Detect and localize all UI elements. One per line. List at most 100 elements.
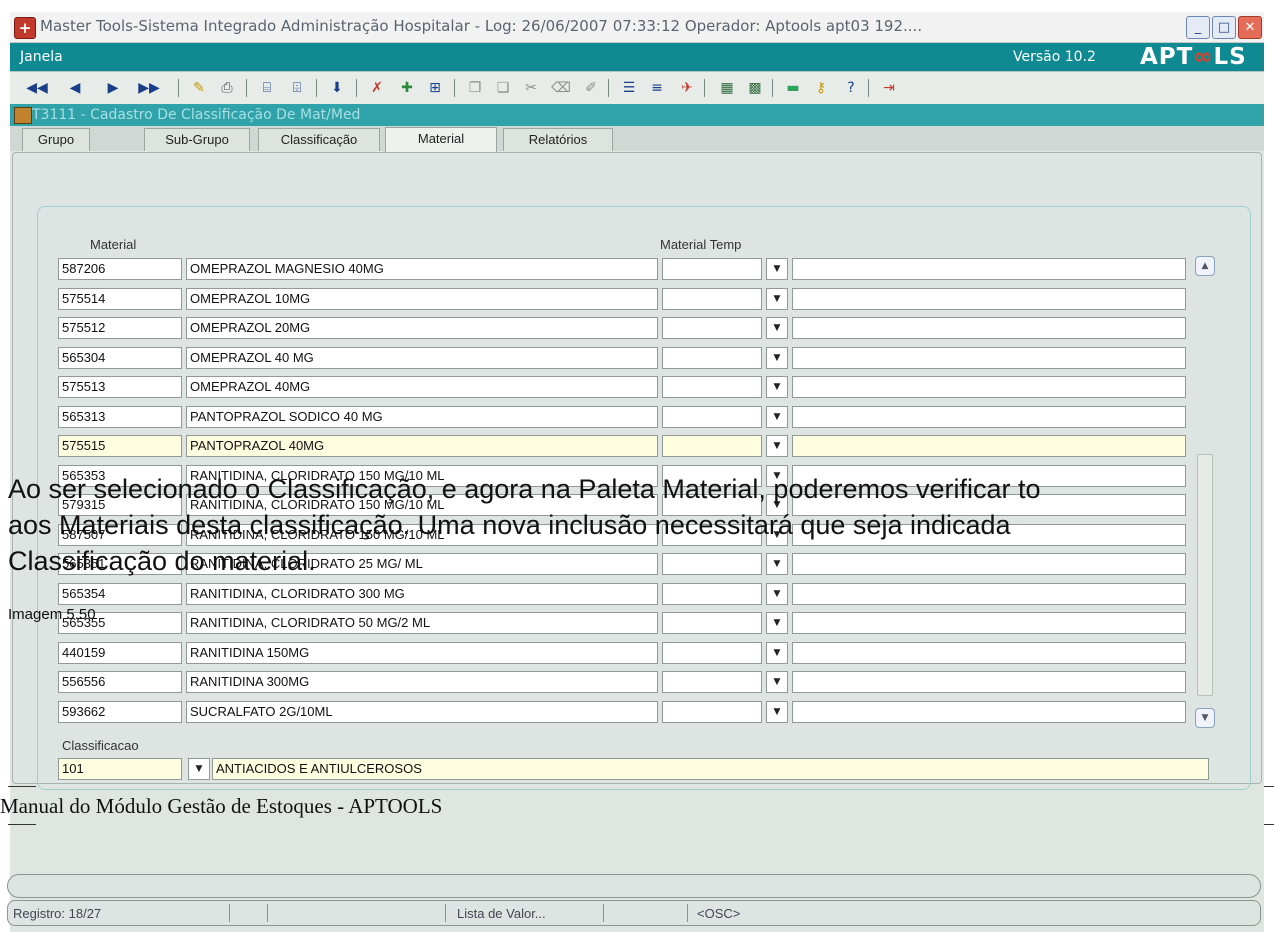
material-temp-description-cell[interactable] — [792, 642, 1186, 664]
query-icon[interactable]: ⌸ — [256, 78, 278, 98]
grid-detail-icon[interactable]: ▩ — [744, 78, 766, 98]
delete-record-icon[interactable]: ✗ — [366, 78, 388, 98]
last-record-icon[interactable]: ▶▶ — [138, 78, 160, 98]
material-temp-cell[interactable] — [662, 642, 762, 664]
material-name-cell[interactable]: OMEPRAZOL MAGNESIO 40MG — [186, 258, 658, 280]
maximize-button[interactable]: □ — [1212, 16, 1236, 39]
material-temp-dropdown-icon[interactable]: ▼ — [766, 553, 788, 575]
material-temp-description-cell[interactable] — [792, 376, 1186, 398]
material-name-cell[interactable]: OMEPRAZOL 20MG — [186, 317, 658, 339]
material-temp-description-cell[interactable] — [792, 406, 1186, 428]
material-temp-dropdown-icon[interactable]: ▼ — [766, 288, 788, 310]
tab-grupo[interactable]: Grupo — [22, 128, 90, 151]
next-record-icon[interactable]: ▶ — [102, 78, 124, 98]
grid-icon[interactable]: ▦ — [716, 78, 738, 98]
tools-icon[interactable]: ✈ — [676, 78, 698, 98]
material-temp-dropdown-icon[interactable]: ▼ — [766, 435, 788, 457]
material-code-cell[interactable]: 565313 — [58, 406, 182, 428]
material-temp-description-cell[interactable] — [792, 553, 1186, 575]
material-code-cell[interactable]: 556556 — [58, 671, 182, 693]
material-temp-cell[interactable] — [662, 288, 762, 310]
first-record-icon[interactable]: ◀◀ — [26, 78, 48, 98]
material-name-cell[interactable]: RANITIDINA 150MG — [186, 642, 658, 664]
material-code-cell[interactable]: 587206 — [58, 258, 182, 280]
material-temp-dropdown-icon[interactable]: ▼ — [766, 642, 788, 664]
help-icon[interactable]: ? — [840, 78, 862, 98]
material-temp-cell[interactable] — [662, 376, 762, 398]
material-name-cell[interactable]: RANITIDINA 300MG — [186, 671, 658, 693]
material-temp-description-cell[interactable] — [792, 288, 1186, 310]
material-code-cell[interactable]: 575512 — [58, 317, 182, 339]
material-code-cell[interactable]: 575514 — [58, 288, 182, 310]
tab-material[interactable]: Material — [385, 127, 497, 152]
classificacao-code-field[interactable]: 101 — [58, 758, 182, 780]
minimize-button[interactable]: _ — [1186, 16, 1210, 39]
material-temp-cell[interactable] — [662, 317, 762, 339]
insert-record-icon[interactable]: ✚ — [396, 78, 418, 98]
material-temp-cell[interactable] — [662, 553, 762, 575]
material-temp-dropdown-icon[interactable]: ▼ — [766, 347, 788, 369]
material-temp-description-cell[interactable] — [792, 317, 1186, 339]
erase-icon[interactable]: ✐ — [580, 78, 602, 98]
material-temp-description-cell[interactable] — [792, 612, 1186, 634]
material-temp-dropdown-icon[interactable]: ▼ — [766, 376, 788, 398]
material-name-cell[interactable]: PANTOPRAZOL 40MG — [186, 435, 658, 457]
paste-icon[interactable]: ❏ — [492, 78, 514, 98]
edit-icon[interactable]: ✎ — [188, 78, 210, 98]
material-code-cell[interactable]: 593662 — [58, 701, 182, 723]
material-temp-description-cell[interactable] — [792, 258, 1186, 280]
material-temp-cell[interactable] — [662, 701, 762, 723]
classificacao-name-field[interactable]: ANTIACIDOS E ANTIULCEROSOS — [212, 758, 1209, 780]
material-name-cell[interactable]: OMEPRAZOL 40 MG — [186, 347, 658, 369]
material-temp-dropdown-icon[interactable]: ▼ — [766, 317, 788, 339]
download-icon[interactable]: ⬇ — [326, 78, 348, 98]
material-temp-dropdown-icon[interactable]: ▼ — [766, 612, 788, 634]
copy-icon[interactable]: ❐ — [464, 78, 486, 98]
key-icon[interactable]: ⚷ — [810, 78, 832, 98]
previous-record-icon[interactable]: ◀ — [64, 78, 86, 98]
material-code-cell[interactable]: 575515 — [58, 435, 182, 457]
cut-icon[interactable]: ✂ — [520, 78, 542, 98]
material-temp-dropdown-icon[interactable]: ▼ — [766, 583, 788, 605]
material-temp-description-cell[interactable] — [792, 671, 1186, 693]
material-temp-cell[interactable] — [662, 612, 762, 634]
material-temp-cell[interactable] — [662, 258, 762, 280]
list-icon[interactable]: ☰ — [618, 78, 640, 98]
material-temp-description-cell[interactable] — [792, 347, 1186, 369]
scroll-up-icon[interactable]: ▲ — [1195, 256, 1215, 276]
edit-list-icon[interactable]: ≡ — [646, 78, 668, 98]
material-code-cell[interactable]: 565354 — [58, 583, 182, 605]
material-name-cell[interactable]: RANITIDINA, CLORIDRATO 300 MG — [186, 583, 658, 605]
material-code-cell[interactable]: 565304 — [58, 347, 182, 369]
material-name-cell[interactable]: PANTOPRAZOL SODICO 40 MG — [186, 406, 658, 428]
material-temp-dropdown-icon[interactable]: ▼ — [766, 701, 788, 723]
material-temp-description-cell[interactable] — [792, 435, 1186, 457]
material-temp-cell[interactable] — [662, 435, 762, 457]
print-icon[interactable]: ⎙ — [216, 78, 238, 98]
material-temp-description-cell[interactable] — [792, 701, 1186, 723]
classificacao-dropdown-icon[interactable]: ▼ — [188, 758, 210, 780]
material-temp-cell[interactable] — [662, 406, 762, 428]
material-temp-dropdown-icon[interactable]: ▼ — [766, 406, 788, 428]
material-name-cell[interactable]: RANITIDINA, CLORIDRATO 50 MG/2 ML — [186, 612, 658, 634]
material-name-cell[interactable]: SUCRALFATO 2G/10ML — [186, 701, 658, 723]
material-temp-cell[interactable] — [662, 347, 762, 369]
material-temp-dropdown-icon[interactable]: ▼ — [766, 258, 788, 280]
close-button[interactable]: ✕ — [1238, 16, 1262, 39]
tab-classificacao[interactable]: Classificação — [258, 128, 380, 151]
scroll-down-icon[interactable]: ▼ — [1195, 708, 1215, 728]
material-name-cell[interactable]: OMEPRAZOL 10MG — [186, 288, 658, 310]
tab-relatorios[interactable]: Relatórios — [503, 128, 613, 151]
material-code-cell[interactable]: 575513 — [58, 376, 182, 398]
tab-sub-grupo[interactable]: Sub-Grupo — [144, 128, 250, 151]
material-temp-cell[interactable] — [662, 583, 762, 605]
menu-janela[interactable]: Janela — [20, 49, 63, 65]
material-temp-description-cell[interactable] — [792, 583, 1186, 605]
material-name-cell[interactable]: OMEPRAZOL 40MG — [186, 376, 658, 398]
clear-icon[interactable]: ⌫ — [550, 78, 572, 98]
material-temp-cell[interactable] — [662, 671, 762, 693]
material-code-cell[interactable]: 440159 — [58, 642, 182, 664]
vertical-scrollbar[interactable]: ▲ ▼ — [1195, 256, 1215, 728]
message-icon[interactable]: ▬ — [782, 78, 804, 98]
query-execute-icon[interactable]: ⌹ — [286, 78, 308, 98]
